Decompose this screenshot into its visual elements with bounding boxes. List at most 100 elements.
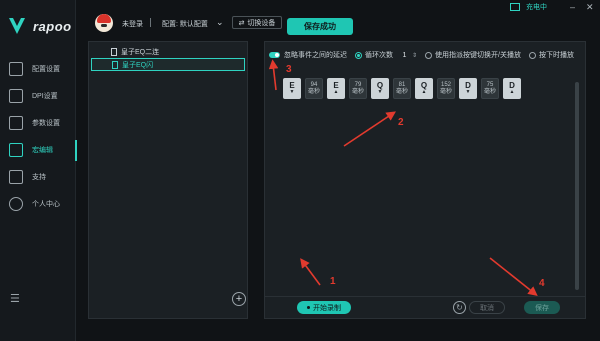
hold-play-radio[interactable] (528, 51, 536, 59)
key-event[interactable]: Q ▲ (415, 78, 433, 99)
delay-value: 81 (398, 81, 406, 88)
key-label: Q (376, 80, 384, 90)
brand-logo: rapoo (9, 18, 72, 34)
delay-event[interactable]: 79 毫秒 (349, 78, 367, 99)
close-button[interactable]: ✕ (586, 3, 594, 12)
delay-event[interactable]: 75 毫秒 (481, 78, 499, 99)
macro-editor-panel: 忽略事件之间的延迟 循环次数 1 ⇕ 使用指派按键切换开/关播放 按下时播放 E… (264, 41, 586, 319)
macro-event-list: E ▼ 94 毫秒 E ▲ 79 毫秒 Q ▼ 81 毫秒 Q ▲ 152 毫秒 D ▼ 75 毫秒… (283, 78, 521, 99)
delay-value: 94 (310, 81, 318, 88)
key-down-icon: ▼ (289, 88, 295, 95)
switch-device-button[interactable]: ⇄ 切换设备 (232, 16, 282, 29)
switch-device-label: 切换设备 (247, 19, 276, 27)
sidebar-item-profile[interactable]: 个人中心 (0, 191, 76, 218)
key-down-icon: ▼ (465, 88, 471, 95)
mail-icon[interactable] (510, 3, 520, 11)
sidebar: rapoo 配置设置 DPI设置 参数设置 宏编辑 支持 个人中心 ☰ (0, 0, 77, 341)
refresh-icon[interactable]: ↻ (453, 301, 466, 314)
key-label: D (465, 80, 471, 90)
ignore-delay-label: 忽略事件之间的延迟 (284, 52, 347, 59)
delay-unit: 毫秒 (483, 88, 496, 95)
chevron-down-icon[interactable]: ⌄ (216, 17, 224, 28)
key-label: D (509, 80, 515, 90)
charging-status: 充电中 (526, 4, 547, 11)
key-label: E (333, 80, 339, 90)
start-record-button[interactable]: 开始录制 (297, 301, 351, 314)
title-bar: 充电中 (510, 2, 547, 12)
toggle-play-label: 使用指派按键切换开/关播放 (435, 52, 521, 59)
key-up-icon: ▲ (509, 88, 515, 95)
dpi-icon (9, 89, 23, 103)
sidebar-item-macro[interactable]: 宏编辑 (0, 137, 77, 164)
key-event[interactable]: D ▼ (459, 78, 477, 99)
config-icon (9, 62, 23, 76)
sidebar-item-dpi[interactable]: DPI设置 (0, 83, 76, 110)
delay-value: 75 (486, 81, 494, 88)
macro-icon (9, 143, 23, 157)
annotation-label-1: 1 (330, 276, 336, 287)
sidebar-item-label: 支持 (32, 174, 46, 181)
delay-unit: 毫秒 (439, 88, 452, 95)
record-label: 开始录制 (313, 304, 341, 312)
loop-count-input[interactable]: 1 (400, 52, 409, 59)
stepper-icon[interactable]: ⇕ (412, 52, 417, 59)
macro-list-item-selected[interactable]: 皇子EQ闪 (91, 58, 245, 71)
sidebar-nav: 配置设置 DPI设置 参数设置 宏编辑 支持 个人中心 (0, 56, 77, 218)
document-icon (112, 60, 118, 69)
save-button[interactable]: 保存 (524, 301, 560, 314)
delay-unit: 毫秒 (307, 88, 320, 95)
ignore-delay-toggle[interactable] (269, 52, 280, 58)
key-event[interactable]: Q ▼ (371, 78, 389, 99)
login-status[interactable]: 未登录 (122, 19, 143, 29)
sidebar-item-label: 参数设置 (32, 120, 60, 127)
hold-play-label: 按下时播放 (538, 52, 574, 59)
sidebar-item-label: 宏编辑 (32, 147, 53, 154)
macro-list-item[interactable]: 皇子EQ二连 (91, 45, 245, 58)
sidebar-item-label: DPI设置 (32, 93, 58, 100)
annotation-label-4: 4 (539, 278, 545, 289)
sidebar-item-label: 配置设置 (32, 66, 60, 73)
annotation-label-2: 2 (398, 117, 404, 128)
brand-name: rapoo (33, 18, 72, 34)
sliders-icon (9, 116, 23, 130)
menu-collapse-icon[interactable]: ☰ (10, 294, 22, 305)
switch-icon: ⇄ (238, 19, 245, 27)
key-event[interactable]: E ▼ (283, 78, 301, 99)
key-label: Q (420, 80, 428, 90)
minimize-button[interactable]: – (570, 3, 575, 12)
avatar[interactable] (95, 14, 113, 32)
loop-count-label: 循环次数 (365, 52, 393, 59)
config-selector[interactable]: 配置: 默认配置 (162, 19, 208, 29)
document-icon (111, 47, 117, 56)
save-status-badge: 保存成功 (287, 18, 353, 35)
delay-event[interactable]: 152 毫秒 (437, 78, 455, 99)
key-down-icon: ▼ (377, 88, 383, 95)
macro-label: 皇子EQ闪 (122, 61, 154, 69)
sidebar-item-config[interactable]: 配置设置 (0, 56, 76, 83)
loop-count-radio[interactable] (355, 51, 362, 59)
thumbs-up-icon (9, 170, 23, 184)
vertical-scrollbar[interactable] (575, 82, 579, 290)
annotation-label-3: 3 (286, 64, 292, 75)
sidebar-item-label: 个人中心 (32, 201, 60, 208)
key-event[interactable]: D ▲ (503, 78, 521, 99)
key-event[interactable]: E ▲ (327, 78, 345, 99)
add-macro-button[interactable]: + (232, 292, 246, 306)
key-up-icon: ▲ (333, 88, 339, 95)
sidebar-item-params[interactable]: 参数设置 (0, 110, 76, 137)
cancel-button[interactable]: 取消 (469, 301, 505, 314)
macro-label: 皇子EQ二连 (121, 48, 160, 56)
playback-options: 忽略事件之间的延迟 循环次数 1 ⇕ 使用指派按键切换开/关播放 按下时播放 (269, 50, 574, 60)
delay-event[interactable]: 81 毫秒 (393, 78, 411, 99)
macro-list-panel: 皇子EQ二连 皇子EQ闪 + (88, 41, 248, 319)
key-up-icon: ▲ (421, 88, 427, 95)
record-dot-icon (307, 306, 310, 309)
user-icon (9, 197, 23, 211)
delay-value: 152 (440, 81, 451, 88)
toggle-play-radio[interactable] (425, 51, 433, 59)
delay-event[interactable]: 94 毫秒 (305, 78, 323, 99)
editor-footer: 开始录制 ↻ 取消 保存 (265, 296, 585, 318)
divider (150, 18, 151, 27)
sidebar-item-support[interactable]: 支持 (0, 164, 76, 191)
key-label: E (289, 80, 295, 90)
